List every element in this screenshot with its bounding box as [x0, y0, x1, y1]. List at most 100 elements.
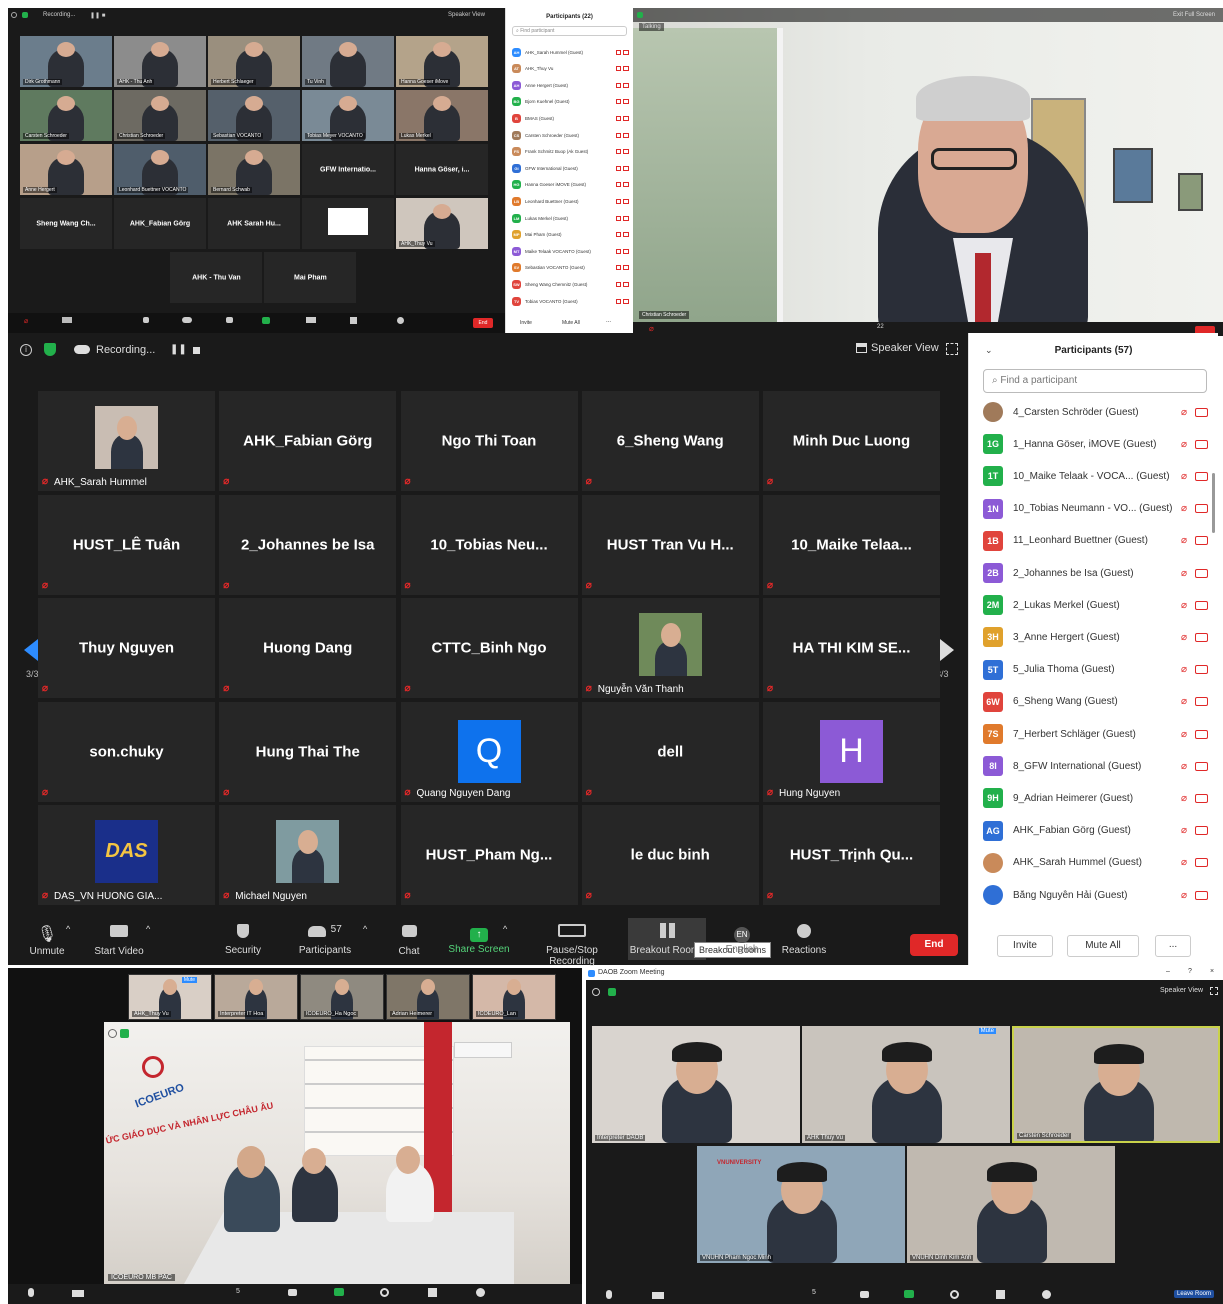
video-off-icon[interactable]	[1195, 536, 1208, 546]
video-icon[interactable]	[652, 1292, 664, 1299]
video-off-icon[interactable]	[623, 215, 629, 221]
muted-mic-icon[interactable]	[616, 232, 621, 238]
video-off-icon[interactable]	[623, 232, 629, 238]
participants-count[interactable]: 5	[812, 1289, 816, 1296]
muted-mic-icon[interactable]: ⌀	[1181, 857, 1187, 868]
mute-button[interactable]: Mute	[978, 1028, 996, 1034]
stop-recording-icon[interactable]	[193, 347, 200, 354]
participants-button[interactable]	[182, 317, 192, 323]
muted-mic-icon[interactable]: ⌀	[1181, 632, 1187, 643]
maximize-button[interactable]: ?	[1188, 968, 1192, 975]
shield-icon[interactable]	[22, 12, 28, 18]
participant-row[interactable]: BG Bjorn Kuehnel (Guest)	[512, 96, 629, 108]
info-icon[interactable]	[108, 1029, 117, 1038]
participant-row[interactable]: LB Leonhard Buettner (Guest)	[512, 195, 629, 207]
info-icon[interactable]	[592, 988, 600, 996]
video-off-icon[interactable]	[1195, 761, 1208, 771]
info-icon[interactable]	[11, 12, 17, 18]
muted-mic-icon[interactable]: ⌀	[1181, 600, 1187, 611]
participant-row[interactable]: 7S 7_Herbert Schläger (Guest) ⌀	[983, 721, 1208, 747]
participant-row[interactable]: AHK_Sarah Hummel (Guest) ⌀	[983, 850, 1208, 876]
chat-icon[interactable]	[288, 1289, 297, 1296]
participant-row[interactable]: 1G 1_Hanna Göser, iMOVE (Guest) ⌀	[983, 431, 1208, 457]
exit-full-screen-button[interactable]: Exit Full Screen	[1173, 12, 1215, 18]
scrollbar[interactable]	[1212, 473, 1215, 533]
muted-mic-icon[interactable]	[616, 82, 621, 88]
video-off-icon[interactable]	[1195, 600, 1208, 610]
security-control[interactable]: Security	[220, 924, 266, 956]
participant-row[interactable]: SW Sheng Wang Chemnitz (Guest)	[512, 278, 629, 290]
muted-mic-icon[interactable]: ⌀	[1181, 890, 1187, 901]
video-off-icon[interactable]	[1195, 858, 1208, 868]
speaker-view-button[interactable]: Speaker View	[871, 342, 939, 354]
pause-recording-icon[interactable]: ❚❚	[170, 344, 187, 355]
muted-mic-icon[interactable]	[616, 248, 621, 254]
video-off-icon[interactable]	[1195, 439, 1208, 449]
mic-icon[interactable]	[606, 1290, 612, 1299]
chat-button[interactable]	[226, 317, 233, 323]
chevron-up-icon[interactable]: ^	[363, 924, 367, 934]
video-off-icon[interactable]	[623, 248, 629, 254]
speaker-view-button[interactable]: Speaker View	[1160, 987, 1203, 994]
participant-row[interactable]: 4_Carsten Schröder (Guest) ⌀	[983, 399, 1208, 425]
interpretation-control[interactable]: EN English	[722, 924, 762, 955]
video-off-icon[interactable]	[1195, 697, 1208, 707]
muted-mic-icon[interactable]	[616, 115, 621, 121]
participant-row[interactable]: TV Tobias VOCANTO (Guest)	[512, 295, 629, 307]
participant-row[interactable]: AG AHK_Fabian Görg (Guest) ⌀	[983, 818, 1208, 844]
participant-row[interactable]: 6W 6_Sheng Wang (Guest) ⌀	[983, 689, 1208, 715]
muted-mic-icon[interactable]: ⌀	[1181, 439, 1187, 450]
video-off-icon[interactable]	[1195, 665, 1208, 675]
video-off-icon[interactable]	[1195, 632, 1208, 642]
muted-mic-icon[interactable]	[616, 99, 621, 105]
video-off-icon[interactable]	[1195, 729, 1208, 739]
video-off-icon[interactable]	[1195, 471, 1208, 481]
chat-icon[interactable]	[860, 1291, 869, 1298]
reactions-icon[interactable]	[476, 1288, 485, 1297]
mic-icon[interactable]	[28, 1288, 34, 1297]
participant-row[interactable]: 2B 2_Johannes be Isa (Guest) ⌀	[983, 560, 1208, 586]
muted-mic-icon[interactable]: ⌀	[1181, 535, 1187, 546]
share-screen-button[interactable]	[262, 317, 270, 324]
muted-mic-icon[interactable]	[616, 165, 621, 171]
participant-row[interactable]: HG Hanna Goeser iMOVE (Guest)	[512, 179, 629, 191]
muted-mic-icon[interactable]: ⌀	[1181, 664, 1187, 675]
chevron-up-icon[interactable]: ^	[503, 924, 507, 934]
video-off-icon[interactable]	[1195, 568, 1208, 578]
unmute-control[interactable]: 🎙 Unmute	[26, 924, 68, 957]
security-button[interactable]	[143, 317, 149, 323]
participant-row[interactable]: SV Sebastian VOCANTO (Guest)	[512, 262, 629, 274]
video-off-icon[interactable]	[623, 165, 629, 171]
muted-mic-icon[interactable]	[616, 281, 621, 287]
participant-row[interactable]: GI GFW International (Guest)	[512, 162, 629, 174]
participant-row[interactable]: 5T 5_Julia Thoma (Guest) ⌀	[983, 657, 1208, 683]
start-video-button[interactable]	[62, 317, 72, 323]
invite-button[interactable]: Invite	[520, 320, 532, 326]
info-icon[interactable]: i	[20, 344, 32, 356]
reactions-control[interactable]: Reactions	[780, 924, 828, 956]
pause-icon[interactable]: ❚❚ ■	[90, 12, 105, 19]
muted-mic-icon[interactable]	[616, 49, 621, 55]
participant-row[interactable]: FS Frank Schmitz Buop (Ak Guest)	[512, 146, 629, 158]
participant-row[interactable]: 2M 2_Lukas Merkel (Guest) ⌀	[983, 592, 1208, 618]
video-off-icon[interactable]	[1195, 793, 1208, 803]
unmute-button[interactable]: ⌀	[649, 324, 654, 333]
video-off-icon[interactable]	[623, 132, 629, 138]
fullscreen-icon[interactable]	[1210, 987, 1218, 995]
end-button[interactable]: End	[473, 318, 493, 328]
speaker-view-icon[interactable]	[856, 343, 867, 353]
reactions-icon[interactable]	[1042, 1290, 1051, 1299]
muted-mic-icon[interactable]: ⌀	[1181, 729, 1187, 740]
minimize-button[interactable]: –	[1166, 968, 1170, 975]
start-video-control[interactable]: Start Video	[92, 924, 146, 957]
more-button[interactable]: ...	[606, 318, 611, 324]
page-right-arrow[interactable]	[940, 639, 954, 661]
video-off-icon[interactable]	[623, 298, 629, 304]
muted-mic-icon[interactable]	[616, 66, 621, 72]
video-off-icon[interactable]	[1195, 890, 1208, 900]
participant-row[interactable]: 1T 10_Maike Telaak - VOCA... (Guest) ⌀	[983, 463, 1208, 489]
more-button[interactable]: ...	[1155, 935, 1191, 957]
video-off-icon[interactable]	[623, 281, 629, 287]
close-button[interactable]: ×	[1210, 968, 1214, 975]
chevron-up-icon[interactable]: ^	[146, 924, 150, 934]
